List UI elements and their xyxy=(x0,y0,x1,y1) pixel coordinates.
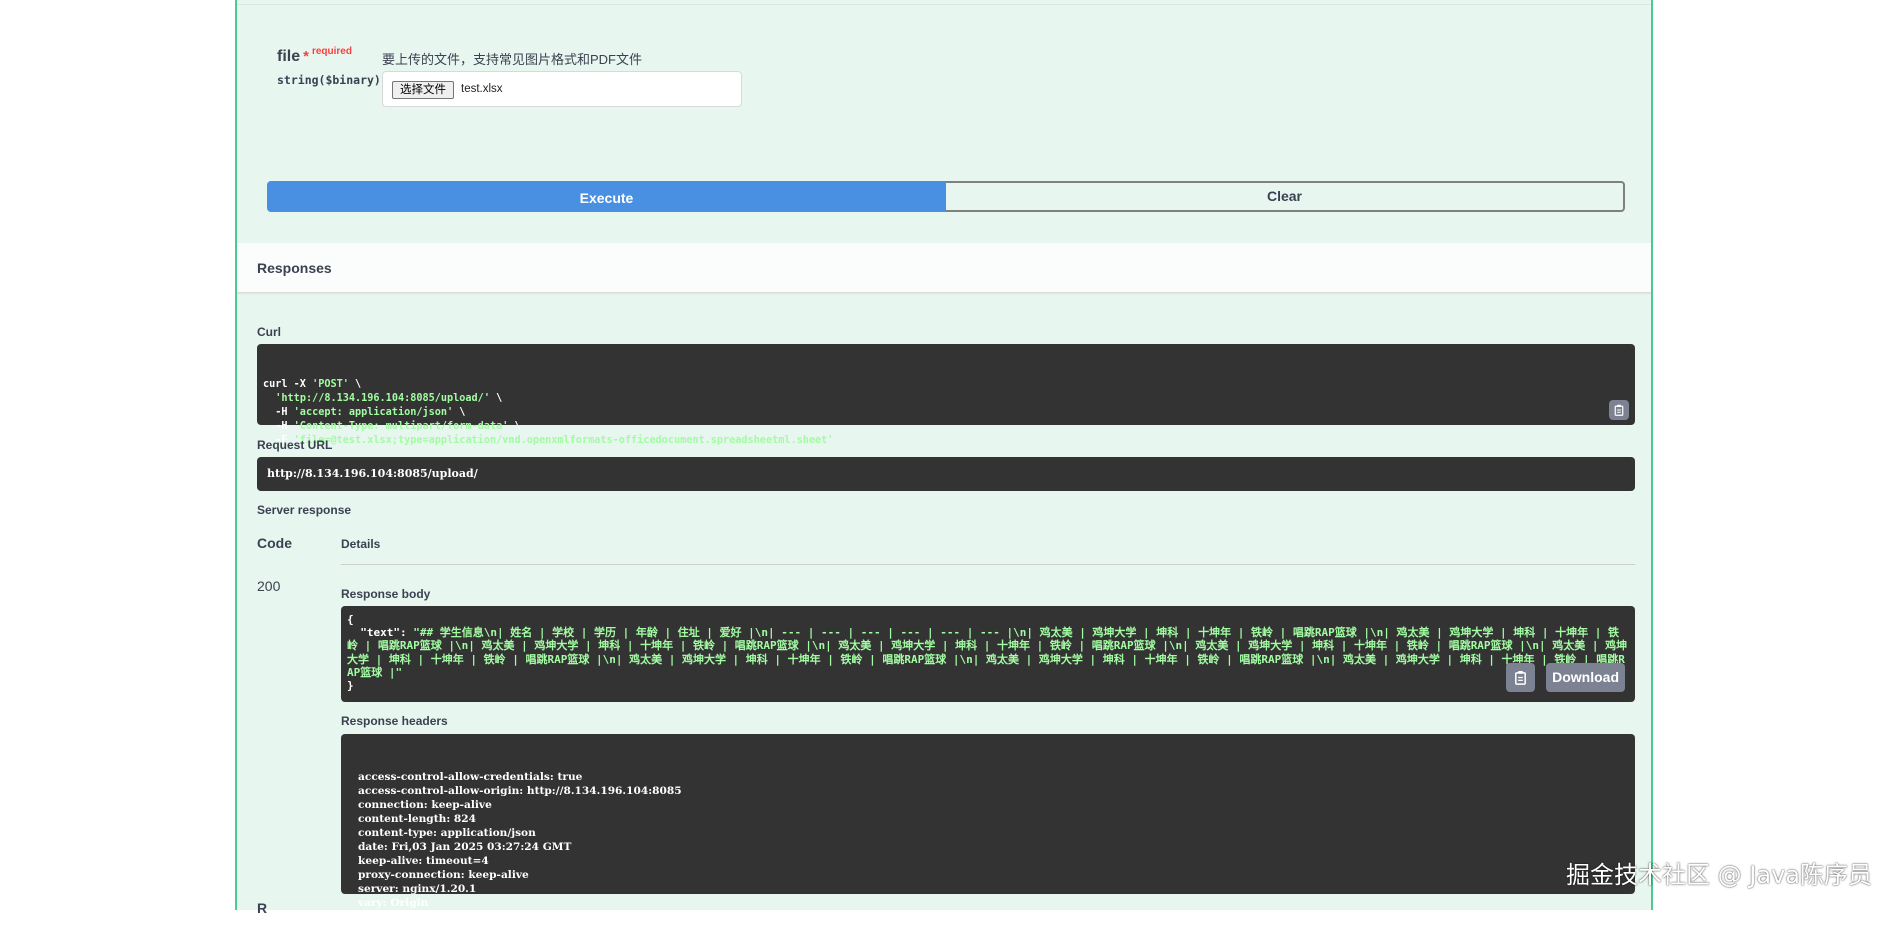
execute-button[interactable]: Execute xyxy=(267,181,946,212)
curl-line: -H 'Content-Type: multipart/form-data' \ xyxy=(263,420,1629,434)
response-body-close: } xyxy=(347,679,354,693)
response-body-value: "## 学生信息\n| 姓名 | 学校 | 学历 | 年龄 | 住址 | 爱好 … xyxy=(347,626,1628,679)
response-headers-block: access-control-allow-credentials: true ac… xyxy=(341,734,1635,909)
curl-line-string: 'file=@test.xlsx;type=application/vnd.op… xyxy=(293,435,834,446)
curl-line: 'http://8.134.196.104:8085/upload/' \ xyxy=(263,392,1629,406)
watermark: 掘金技术社区 @ Java陈序员 xyxy=(1566,861,1872,889)
required-star: * xyxy=(303,48,309,65)
download-button[interactable]: Download xyxy=(1546,663,1625,692)
response-header-line: connection: keep-alive xyxy=(358,799,492,811)
response-header-line: server: nginx/1.20.1 xyxy=(358,883,477,895)
curl-line-prefix: -H xyxy=(263,407,294,418)
response-header-line: date: Fri,03 Jan 2025 03:27:24 GMT xyxy=(358,841,572,853)
code-column-header: Code xyxy=(257,535,292,551)
required-label: required xyxy=(311,46,352,57)
curl-line-string: 'Content-Type: multipart/form-data' xyxy=(293,421,509,432)
clear-button[interactable]: Clear xyxy=(946,181,1625,212)
parameter-name-text: file xyxy=(277,48,301,65)
response-body-key: "text": xyxy=(347,626,414,640)
table-header-divider xyxy=(341,564,1635,565)
clipboard-copy-icon xyxy=(1515,670,1526,685)
server-response-label: Server response xyxy=(257,503,352,517)
curl-lines: curl -X 'POST' \ 'http://8.134.196.104:8… xyxy=(263,378,1629,448)
response-header-lines: access-control-allow-credentials: true ac… xyxy=(358,770,1618,910)
curl-label: Curl xyxy=(257,325,281,339)
responses-header: Responses xyxy=(237,243,1651,293)
response-header-line: keep-alive: timeout=4 xyxy=(358,855,489,867)
clipboard-copy-icon xyxy=(1614,404,1624,416)
details-column-header: Details xyxy=(341,537,381,551)
curl-line-suffix: \ xyxy=(453,407,466,418)
curl-line-suffix: \ xyxy=(508,421,521,432)
response-body-open: { xyxy=(347,613,354,626)
next-section-partial-title: R xyxy=(257,900,268,916)
curl-line-string: 'POST' xyxy=(312,379,349,390)
choose-file-button[interactable]: 选择文件 xyxy=(392,81,454,99)
curl-line-prefix: curl -X xyxy=(263,379,313,390)
curl-line-prefix: -H xyxy=(263,421,294,432)
curl-line-string: 'accept: application/json' xyxy=(293,407,454,418)
response-body-block[interactable]: { "text": "## 学生信息\n| 姓名 | 学校 | 学历 | 年龄 … xyxy=(341,606,1635,702)
copy-curl-button[interactable] xyxy=(1609,400,1629,420)
operation-top-separator xyxy=(237,0,1651,5)
status-code: 200 xyxy=(257,578,281,594)
request-url-label: Request URL xyxy=(257,438,333,452)
curl-command-block[interactable]: curl -X 'POST' \ 'http://8.134.196.104:8… xyxy=(257,344,1635,446)
response-header-line: access-control-allow-credentials: true xyxy=(358,771,583,783)
parameter-description: 要上传的文件，支持常见图片格式和PDF文件 xyxy=(382,52,643,67)
curl-line-string: 'http://8.134.196.104:8085/upload/' xyxy=(275,393,490,404)
selected-file-name: test.xlsx xyxy=(461,83,503,95)
curl-line: -H 'accept: application/json' \ xyxy=(263,406,1629,420)
curl-line: curl -X 'POST' \ xyxy=(263,378,1629,392)
response-header-line: content-length: 824 xyxy=(358,813,477,825)
response-header-line: proxy-connection: keep-alive xyxy=(358,869,529,881)
copy-response-button[interactable] xyxy=(1506,663,1535,692)
response-headers-label: Response headers xyxy=(341,714,448,728)
curl-line: -F 'file=@test.xlsx;type=application/vnd… xyxy=(263,434,1629,448)
parameter-type: string($binary) xyxy=(277,73,381,87)
response-header-line: access-control-allow-origin: http://8.13… xyxy=(358,785,682,797)
execute-wrapper: Execute Clear xyxy=(267,181,1625,212)
curl-line-suffix: \ xyxy=(348,379,362,390)
curl-line-suffix: \ xyxy=(489,393,503,404)
response-header-line: content-type: application/json xyxy=(358,827,536,839)
parameter-name: file * required xyxy=(277,46,352,66)
curl-line-prefix xyxy=(263,393,275,404)
file-input[interactable]: 选择文件 test.xlsx xyxy=(382,71,742,107)
responses-title: Responses xyxy=(257,260,332,276)
post-upload-operation: file * required string($binary) 要上传的文件，支持常… xyxy=(235,0,1653,916)
response-header-line: vary: Origin xyxy=(358,897,429,909)
response-body-label: Response body xyxy=(341,587,431,601)
request-url-value: http://8.134.196.104:8085/upload/ xyxy=(257,457,1635,491)
